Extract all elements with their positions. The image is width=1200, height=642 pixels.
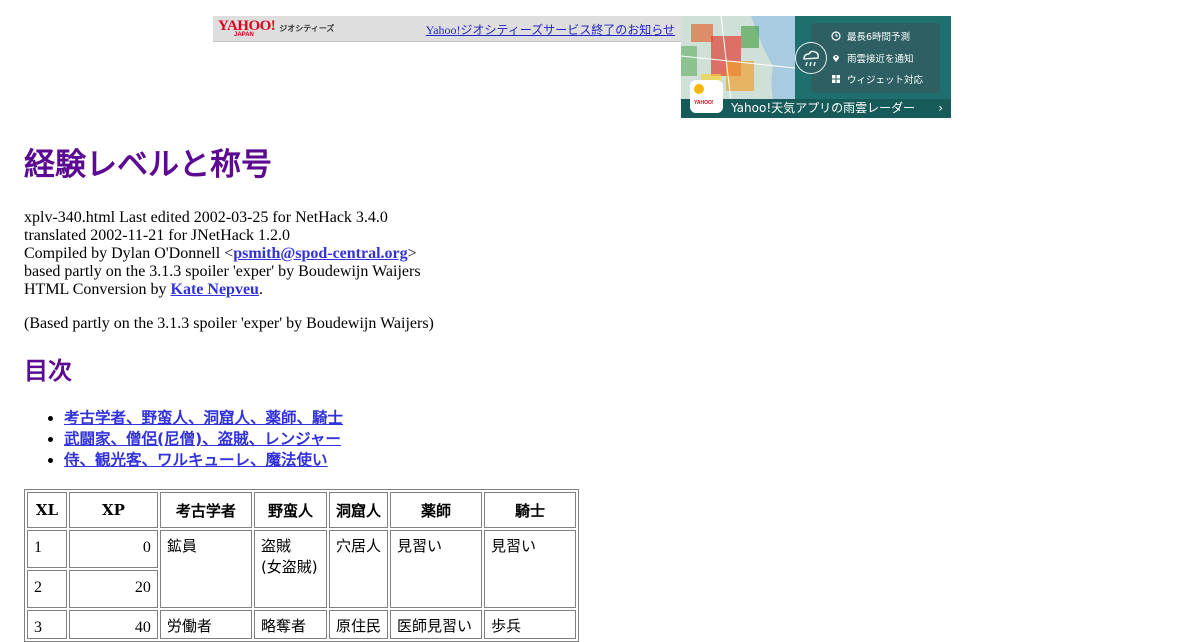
- col-header-healer: 薬師: [389, 492, 482, 528]
- meta-text: >: [407, 245, 417, 262]
- cell-barbarian-title: 盗賊 (女盗賊): [253, 530, 327, 608]
- meta-line: based partly on the 3.1.3 spoiler 'exper…: [24, 263, 421, 280]
- meta-line: xplv-340.html Last edited 2002-03-25 for…: [24, 209, 388, 226]
- weather-app-icon: YAHOO!: [690, 80, 723, 113]
- ad-feature-forecast: 最長6時間予測: [831, 29, 910, 43]
- cell-knight-title: 歩兵: [483, 610, 576, 639]
- cell-xl: 2: [27, 570, 67, 608]
- cell-healer-title: 医師見習い: [389, 610, 482, 639]
- meta-text: .: [258, 281, 263, 298]
- toc-item: 武闘家、僧侶(尼僧)、盗賊、レンジャー: [64, 429, 343, 450]
- ad-feature-text: 雨雲接近を通知: [847, 54, 914, 65]
- col-header-knight: 騎士: [483, 492, 576, 528]
- table-header-row: XL XP 考古学者 野蛮人 洞窟人 薬師 騎士: [27, 492, 576, 528]
- document-meta: xplv-340.html Last edited 2002-03-25 for…: [24, 209, 421, 299]
- based-note: (Based partly on the 3.1.3 spoiler 'expe…: [24, 315, 434, 332]
- chevron-right-icon: ›: [938, 101, 943, 115]
- toc-item: 侍、観光客、ワルキューレ、魔法使い: [64, 450, 343, 471]
- yahoo-geocities-logo[interactable]: YAHOO! JAPAN ジオシティーズ: [218, 19, 335, 39]
- converter-link[interactable]: Kate Nepveu: [171, 281, 259, 298]
- email-link[interactable]: psmith@spod-central.org: [233, 245, 407, 262]
- cell-xl: 1: [27, 530, 67, 568]
- experience-level-table: XL XP 考古学者 野蛮人 洞窟人 薬師 騎士 1 0 鉱員 盗賊 (女盗賊) …: [24, 489, 579, 642]
- cell-barbarian-title: 略奪者: [253, 610, 327, 639]
- toc-item: 考古学者、野蛮人、洞窟人、薬師、騎士: [64, 408, 343, 429]
- ad-feature-notify: 雨雲接近を通知: [831, 51, 914, 65]
- cell-xp: 0: [69, 530, 158, 568]
- service-end-notice-link[interactable]: Yahoo!ジオシティーズサービス終了のお知らせ: [426, 21, 675, 38]
- weather-app-ad[interactable]: 最長6時間予測 雨雲接近を通知 ウィジェット対応 YAHOO! Yahoo!天気…: [681, 16, 951, 118]
- col-header-xl: XL: [27, 492, 67, 528]
- toc-link-samurai-group[interactable]: 侍、観光客、ワルキューレ、魔法使い: [64, 451, 328, 469]
- table-row: 1 0 鉱員 盗賊 (女盗賊) 穴居人 見習い 見習い: [27, 530, 576, 608]
- cell-knight-title: 見習い: [483, 530, 576, 608]
- cell-caveman-title: 原住民: [328, 610, 388, 639]
- col-header-barbarian: 野蛮人: [253, 492, 327, 528]
- toc-link-archeologist-group[interactable]: 考古学者、野蛮人、洞窟人、薬師、騎士: [64, 409, 343, 427]
- sun-icon: [694, 84, 704, 94]
- table-row: 3 40 労働者 略奪者 原住民 医師見習い 歩兵: [27, 610, 576, 639]
- app-icon-label: YAHOO!: [694, 100, 714, 106]
- meta-line: translated 2002-11-21 for JNetHack 1.2.0: [24, 227, 290, 244]
- col-header-archeologist: 考古学者: [159, 492, 252, 528]
- col-header-xp: XP: [69, 492, 158, 528]
- location-pin-icon: [833, 55, 839, 62]
- ad-feature-widget: ウィジェット対応: [831, 72, 923, 86]
- cell-caveman-title: 穴居人: [328, 530, 388, 608]
- meta-line: Compiled by Dylan O'Donnell <psmith@spod…: [24, 245, 421, 263]
- ad-feature-text: 最長6時間予測: [847, 32, 911, 43]
- table-of-contents: 考古学者、野蛮人、洞窟人、薬師、騎士 武闘家、僧侶(尼僧)、盗賊、レンジャー 侍…: [24, 408, 343, 471]
- cell-xp: 40: [69, 610, 158, 639]
- toc-link-monk-group[interactable]: 武闘家、僧侶(尼僧)、盗賊、レンジャー: [64, 430, 341, 448]
- ad-cta-text[interactable]: Yahoo!天気アプリの雨雲レーダー: [731, 100, 915, 117]
- cell-xl: 3: [27, 610, 67, 639]
- cell-archeologist-title: 労働者: [159, 610, 252, 639]
- cell-xp: 20: [69, 570, 158, 608]
- title-text: (女盗賊): [260, 558, 318, 576]
- page-title: 経験レベルと称号: [24, 147, 272, 183]
- title-text: 盗賊: [260, 537, 291, 555]
- col-header-caveman: 洞窟人: [328, 492, 388, 528]
- meta-line: HTML Conversion by Kate Nepveu.: [24, 281, 421, 299]
- rain-cloud-icon: [795, 42, 827, 74]
- ad-feature-text: ウィジェット対応: [847, 75, 924, 86]
- cell-archeologist-title: 鉱員: [159, 530, 252, 608]
- toc-title: 目次: [24, 357, 72, 385]
- cell-healer-title: 見習い: [389, 530, 482, 608]
- meta-text: HTML Conversion by: [24, 281, 171, 298]
- clock-icon: [831, 31, 841, 41]
- widget-grid-icon: [832, 75, 840, 83]
- geocities-banner: YAHOO! JAPAN ジオシティーズ Yahoo!ジオシティーズサービス終了…: [213, 16, 681, 42]
- yahoo-logo-sub: JAPAN: [234, 32, 254, 38]
- geocities-logo-text: ジオシティーズ: [279, 24, 335, 33]
- meta-text: Compiled by Dylan O'Donnell <: [24, 245, 234, 262]
